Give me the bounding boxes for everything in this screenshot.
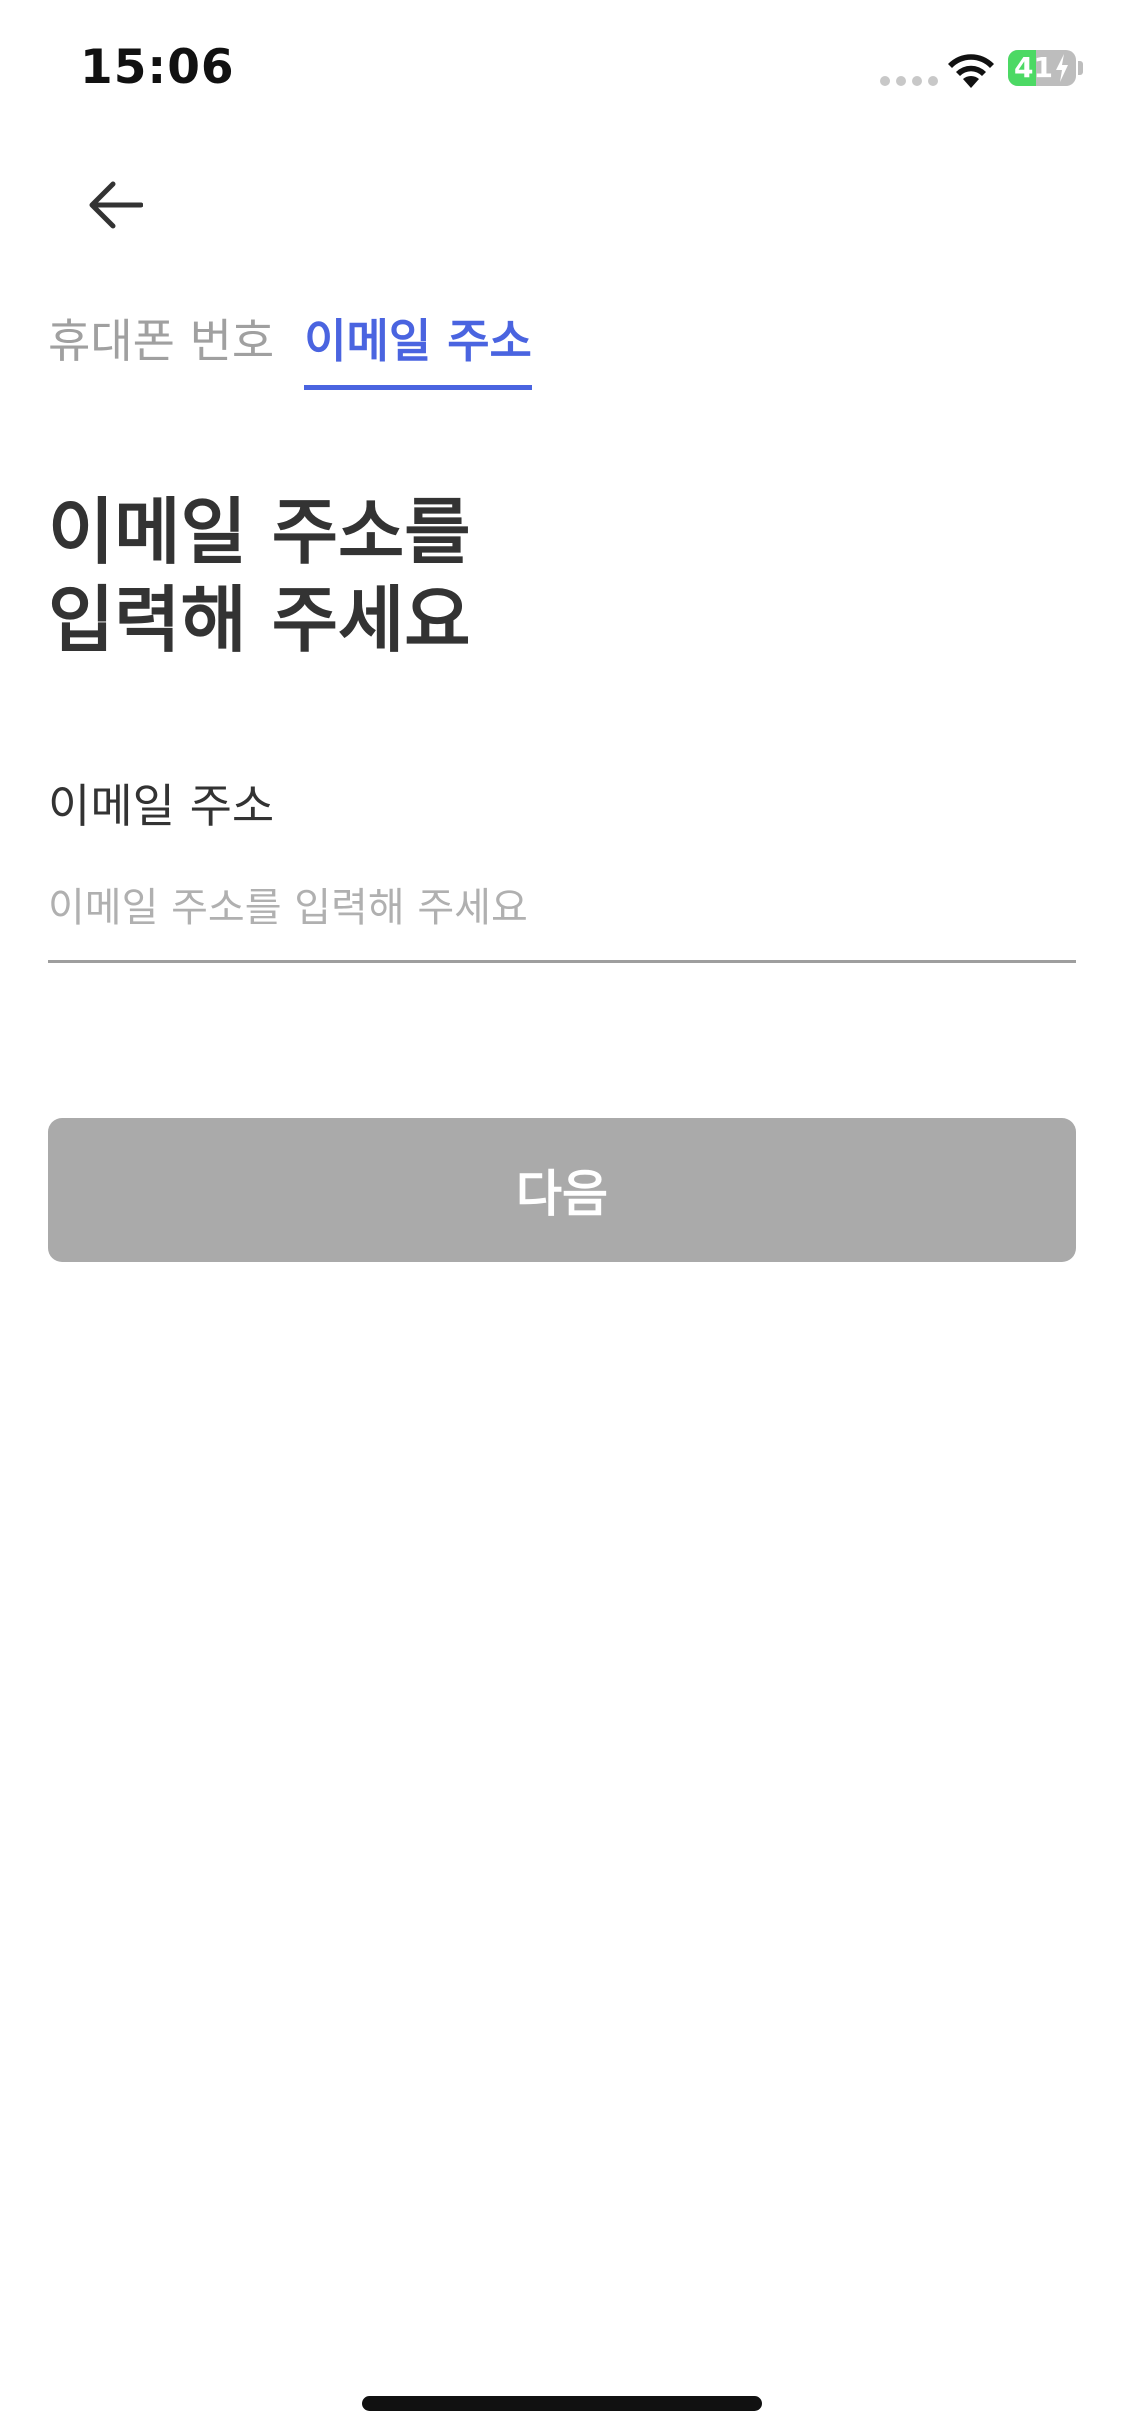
status-time: 15:06: [80, 40, 235, 95]
battery-cap: [1078, 61, 1083, 75]
email-field-label: 이메일 주소: [48, 779, 275, 833]
page-title: 이메일 주소를 입력해 주세요: [48, 488, 471, 664]
email-field[interactable]: [48, 868, 1076, 963]
tab-phone-number[interactable]: 휴대폰 번호: [48, 305, 274, 390]
bolt-icon: [1056, 54, 1068, 82]
page-title-line1: 이메일 주소를: [48, 490, 471, 574]
page-title-line2: 입력해 주세요: [48, 578, 471, 662]
wifi-icon: [948, 54, 994, 88]
next-button[interactable]: 다음: [48, 1118, 1076, 1262]
status-bar: 15:06 41: [0, 0, 1125, 132]
home-indicator: [362, 2396, 762, 2411]
battery-indicator: 41: [1008, 50, 1076, 86]
battery-level: 41: [1014, 51, 1053, 84]
tab-email-address[interactable]: 이메일 주소: [304, 305, 532, 390]
tab-bar: 휴대폰 번호 이메일 주소: [48, 305, 532, 390]
arrow-left-icon: [89, 181, 143, 229]
back-button[interactable]: [70, 160, 160, 250]
cellular-signal-icon: [880, 76, 938, 86]
